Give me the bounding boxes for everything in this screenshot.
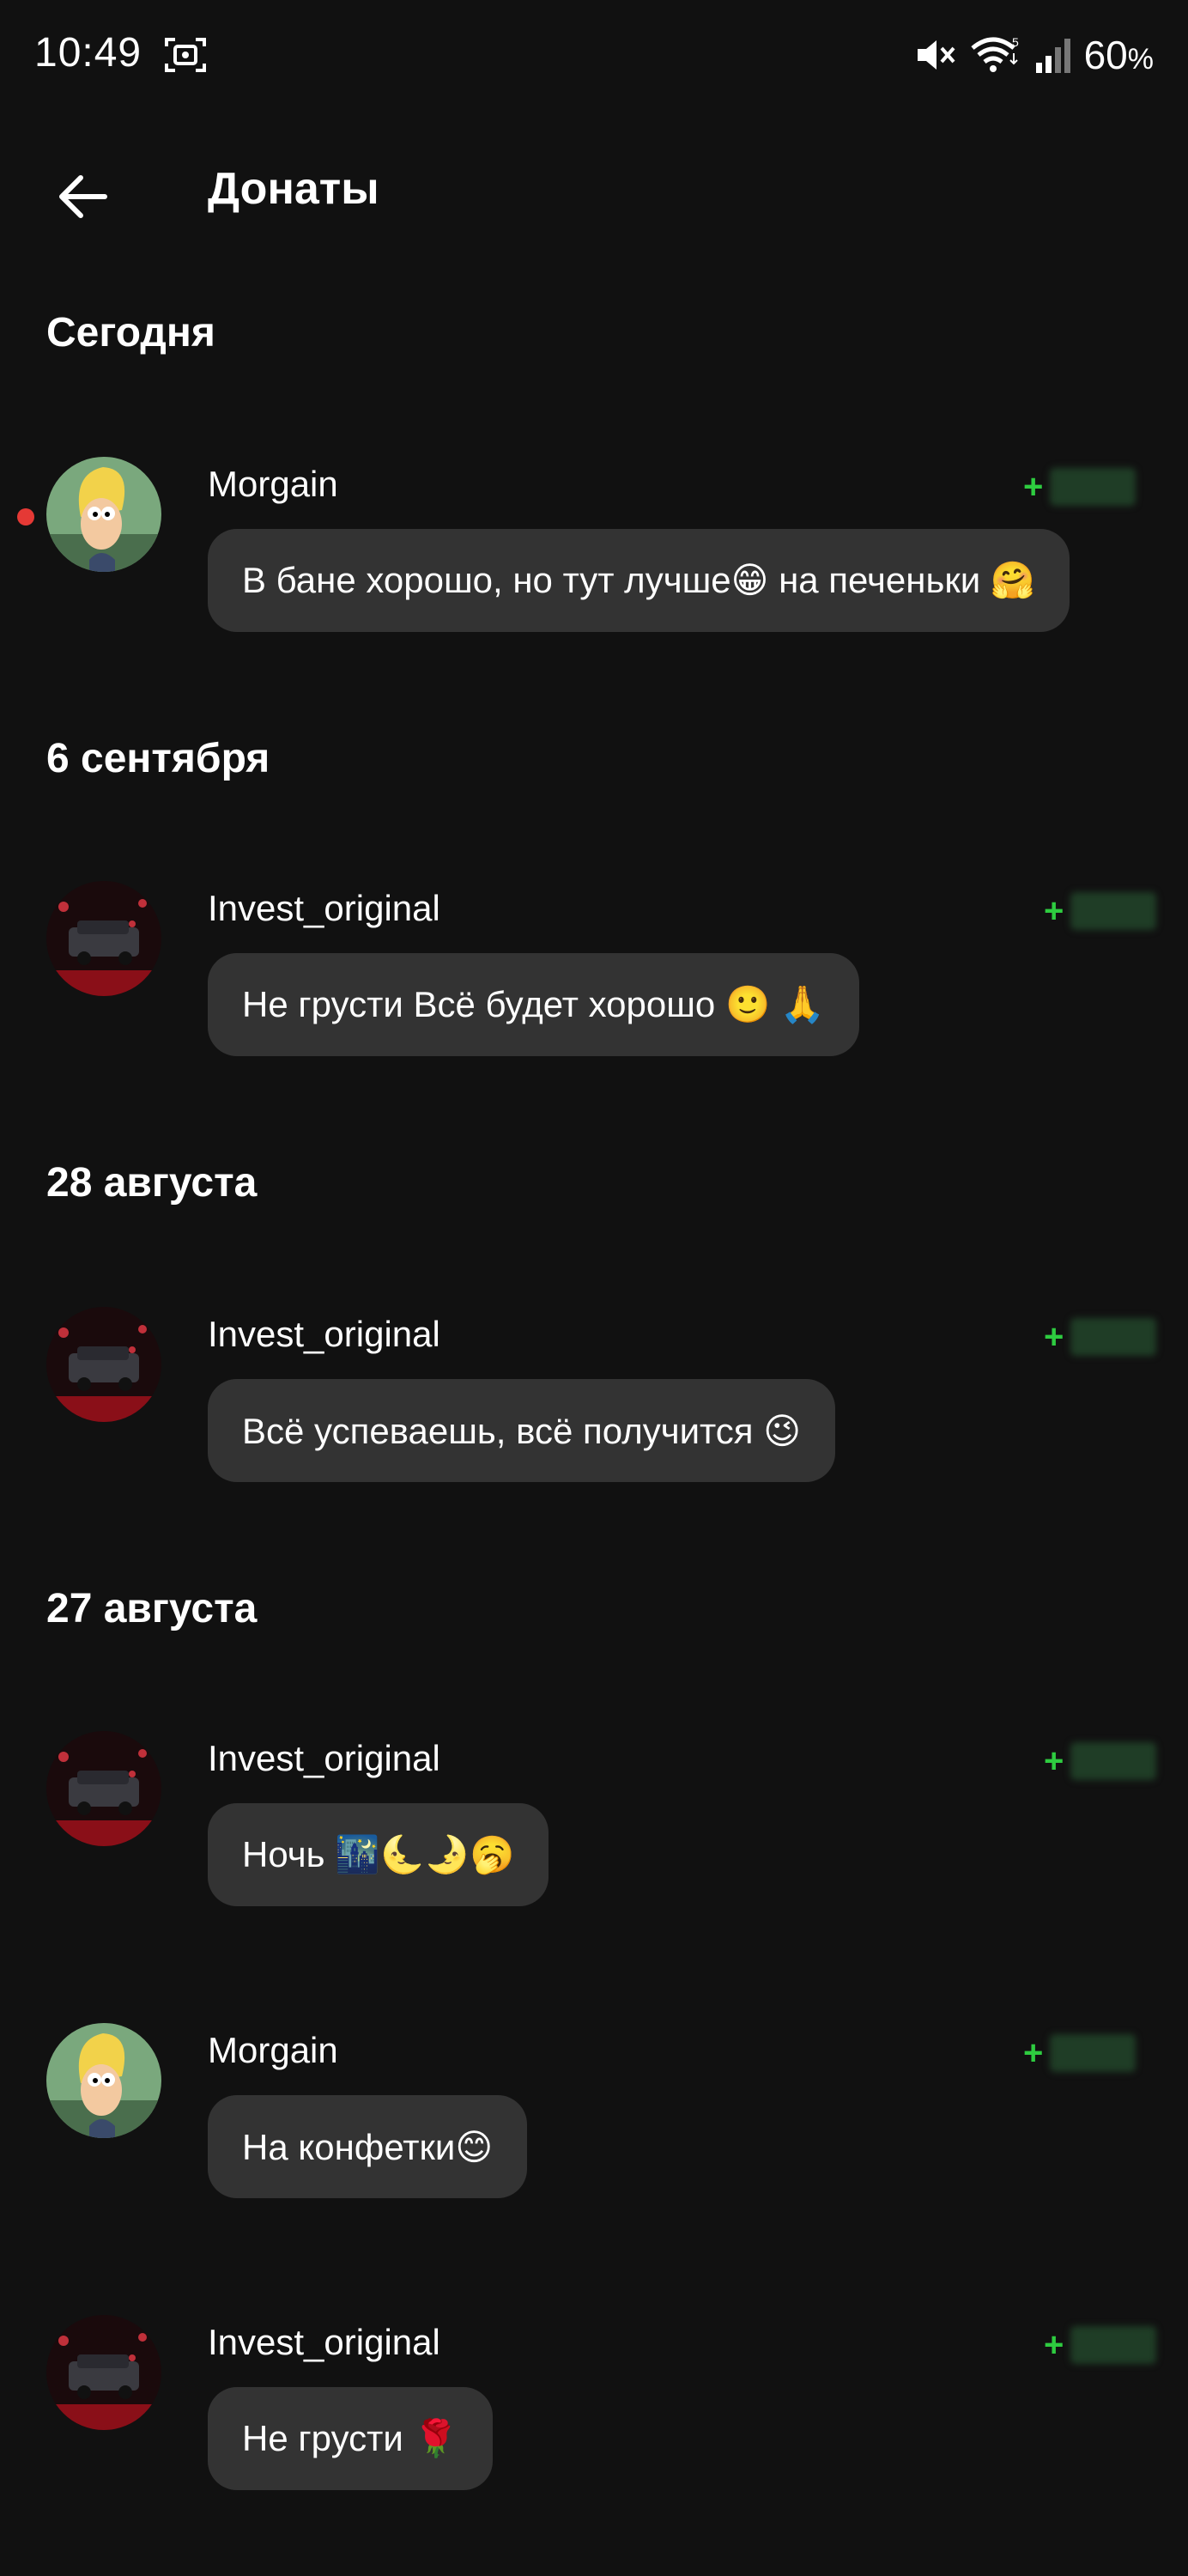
- svg-text:5: 5: [1012, 35, 1019, 49]
- avatar[interactable]: [46, 2023, 161, 2138]
- arrow-left-icon: [59, 175, 107, 218]
- section-date: 6 сентября: [46, 736, 270, 781]
- signal-icon: [1035, 39, 1070, 73]
- amount-sign: +: [1044, 2325, 1064, 2364]
- status-icons: 5 60%: [914, 29, 1154, 81]
- donor-name: Morgain: [208, 464, 338, 504]
- donation-amount: +: [1023, 2032, 1136, 2075]
- battery-level: 60%: [1083, 33, 1154, 77]
- message-bubble: Не грусти 🌹: [208, 2387, 493, 2490]
- amount-hidden: [1070, 2326, 1157, 2364]
- message-bubble: Ночь 🌃🌜🌛🥱: [208, 1803, 549, 1906]
- donation-item[interactable]: Invest_original + Не грусти 🌹: [0, 2315, 1188, 2504]
- amount-hidden: [1050, 2034, 1136, 2072]
- donation-amount: +: [1044, 1315, 1157, 1358]
- avatar[interactable]: [46, 1307, 161, 1422]
- page-title: Донаты: [208, 164, 379, 214]
- donor-name: Invest_original: [208, 1314, 440, 1354]
- message-bubble: В бане хорошо, но тут лучше😁 на печеньки…: [208, 529, 1070, 632]
- back-button[interactable]: [43, 158, 120, 235]
- wifi-icon: 5: [970, 35, 1019, 72]
- donation-item[interactable]: Invest_original + Не грусти Всё будет хо…: [0, 881, 1188, 1070]
- donation-amount: +: [1044, 1740, 1157, 1783]
- unread-indicator: [17, 508, 34, 526]
- donation-amount: +: [1023, 465, 1136, 508]
- screenshot-icon: [163, 34, 208, 76]
- message-bubble: Не грусти Всё будет хорошо 🙂 🙏: [208, 953, 860, 1056]
- donor-name: Morgain: [208, 2030, 338, 2070]
- avatar[interactable]: [46, 457, 161, 572]
- status-bar: 10:49 5 60%: [0, 0, 1188, 112]
- donation-item[interactable]: Invest_original + Ночь 🌃🌜🌛🥱: [0, 1731, 1188, 1920]
- amount-hidden: [1070, 1318, 1157, 1356]
- avatar[interactable]: [46, 2315, 161, 2430]
- mute-icon: [917, 40, 955, 70]
- amount-sign: +: [1044, 1741, 1064, 1780]
- avatar[interactable]: [46, 881, 161, 996]
- amount-hidden: [1070, 1742, 1157, 1780]
- app-header: Донаты: [0, 137, 1188, 240]
- amount-hidden: [1070, 892, 1157, 930]
- message-bubble: На конфетки😊: [208, 2095, 528, 2198]
- donation-amount: +: [1044, 2324, 1157, 2366]
- amount-sign: +: [1044, 891, 1064, 930]
- donation-amount: +: [1044, 890, 1157, 933]
- section-date: 27 августа: [46, 1586, 258, 1631]
- section-date: 28 августа: [46, 1160, 258, 1206]
- message-bubble: Всё успеваешь, всё получится 😉: [208, 1379, 835, 1482]
- amount-sign: +: [1023, 467, 1044, 506]
- donor-name: Invest_original: [208, 888, 440, 928]
- amount-sign: +: [1044, 1317, 1064, 1356]
- donation-item[interactable]: Morgain + В бане хорошо, но тут лучше😁 н…: [0, 457, 1188, 646]
- status-time: 10:49: [34, 30, 142, 76]
- section-date: Сегодня: [46, 310, 215, 355]
- donor-name: Invest_original: [208, 2322, 440, 2362]
- amount-hidden: [1050, 468, 1136, 506]
- donation-item[interactable]: Morgain + На конфетки😊: [0, 2023, 1188, 2212]
- donor-name: Invest_original: [208, 1738, 440, 1778]
- avatar[interactable]: [46, 1731, 161, 1846]
- donation-item[interactable]: Invest_original + Всё успеваешь, всё пол…: [0, 1307, 1188, 1496]
- amount-sign: +: [1023, 2033, 1044, 2072]
